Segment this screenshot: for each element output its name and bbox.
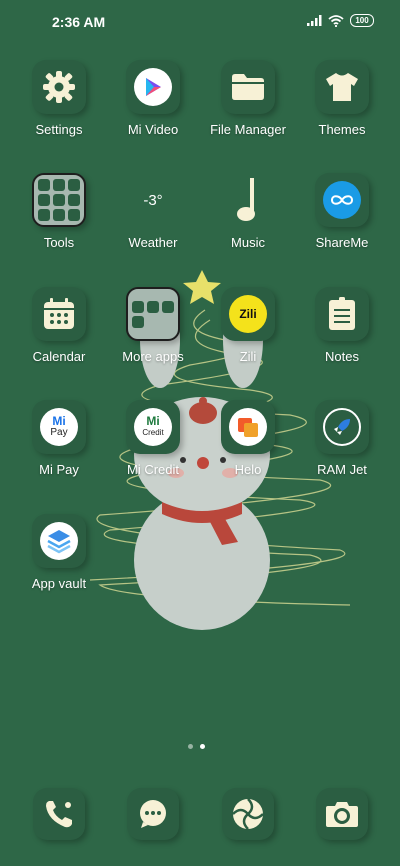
- app-music[interactable]: Music: [200, 173, 296, 250]
- file-manager-tile[interactable]: [221, 60, 275, 114]
- app-label: Themes: [318, 122, 366, 137]
- app-ram-jet[interactable]: RAM Jet: [294, 400, 390, 477]
- signal-icon: [307, 15, 322, 26]
- status-time: 2:36 AM: [52, 14, 106, 30]
- app-label: Weather: [128, 235, 178, 250]
- app-label: Tools: [43, 235, 75, 250]
- app-label: Helo: [234, 462, 262, 477]
- zili-tile[interactable]: Zili: [221, 287, 275, 341]
- play-icon: [134, 68, 172, 106]
- app-label: Mi Pay: [39, 462, 79, 477]
- tools-folder-icon[interactable]: [32, 173, 86, 227]
- messages-tile[interactable]: [127, 788, 179, 840]
- app-label: File Manager: [210, 122, 286, 137]
- messages-icon: [140, 800, 166, 828]
- battery-indicator: 100: [350, 14, 374, 27]
- app-vault-icon: [40, 522, 78, 560]
- app-mi-video[interactable]: Mi Video: [105, 60, 201, 137]
- browser-icon: [232, 798, 264, 830]
- folder-icon: [232, 74, 264, 100]
- ram-jet-tile[interactable]: [315, 400, 369, 454]
- app-weather[interactable]: -3° Weather: [105, 173, 201, 251]
- mi-video-tile[interactable]: [126, 60, 180, 114]
- app-calendar[interactable]: Calendar: [11, 287, 107, 364]
- app-themes[interactable]: Themes: [294, 60, 390, 137]
- dock-camera[interactable]: [294, 788, 390, 840]
- camera-tile[interactable]: [316, 788, 368, 840]
- app-label: Zili: [239, 349, 257, 364]
- app-label: ShareMe: [315, 235, 369, 250]
- app-label: Music: [231, 235, 265, 250]
- app-label: More apps: [122, 349, 184, 364]
- camera-icon: [326, 802, 358, 827]
- app-vault-tile[interactable]: [32, 514, 86, 568]
- app-label: App vault: [31, 576, 87, 591]
- themes-tile[interactable]: [315, 60, 369, 114]
- page-dot-active[interactable]: [200, 744, 205, 749]
- mi-pay-icon: Mi Pay: [40, 408, 78, 446]
- app-label: Notes: [325, 349, 359, 364]
- app-helo[interactable]: Helo: [200, 400, 296, 477]
- app-label: Mi Video: [127, 122, 179, 137]
- shareme-tile[interactable]: [315, 173, 369, 227]
- infinity-icon: [323, 181, 361, 219]
- settings-tile[interactable]: [32, 60, 86, 114]
- page-indicator[interactable]: [188, 744, 205, 749]
- mi-pay-tile[interactable]: Mi Pay: [32, 400, 86, 454]
- wifi-icon: [328, 14, 344, 27]
- status-bar: 2:36 AM 100: [0, 0, 400, 44]
- music-tile[interactable]: [221, 173, 275, 227]
- app-label: Settings: [35, 122, 83, 137]
- app-label: Calendar: [32, 349, 86, 364]
- weather-temperature: -3°: [143, 191, 163, 209]
- system-icons: 100: [307, 14, 374, 27]
- app-more-apps-folder[interactable]: More apps: [105, 287, 201, 364]
- helo-icon: [229, 408, 267, 446]
- helo-tile[interactable]: [221, 400, 275, 454]
- dock-browser[interactable]: [200, 788, 296, 840]
- dock-phone[interactable]: [11, 788, 107, 840]
- notes-tile[interactable]: [315, 287, 369, 341]
- app-label: Mi Credit: [126, 462, 179, 477]
- app-file-manager[interactable]: File Manager: [200, 60, 296, 137]
- app-label: RAM Jet: [317, 462, 367, 477]
- rocket-icon: [323, 408, 361, 446]
- calendar-tile[interactable]: [32, 287, 86, 341]
- music-note-icon: [237, 178, 255, 221]
- gear-icon: [43, 71, 75, 103]
- mi-credit-logo-text: Credit: [142, 428, 164, 437]
- folder-icon[interactable]: [126, 287, 180, 341]
- tshirt-icon: [326, 73, 358, 101]
- app-notes[interactable]: Notes: [294, 287, 390, 364]
- weather-tile[interactable]: -3°: [126, 173, 180, 227]
- calendar-icon: [44, 298, 74, 329]
- notes-icon: [329, 297, 355, 330]
- app-tools-folder[interactable]: Tools: [11, 173, 107, 250]
- phone-tile[interactable]: [33, 788, 85, 840]
- zili-icon: Zili: [229, 295, 267, 333]
- app-mi-pay[interactable]: Mi Pay Mi Pay: [11, 400, 107, 477]
- mi-pay-logo-text: Pay: [50, 427, 68, 438]
- phone-icon: [46, 801, 72, 828]
- mi-credit-tile[interactable]: Mi Credit: [126, 400, 180, 454]
- browser-tile[interactable]: [222, 788, 274, 840]
- app-app-vault[interactable]: App vault: [11, 514, 107, 591]
- mi-credit-icon: Mi Credit: [134, 408, 172, 446]
- dock-messages[interactable]: [105, 788, 201, 840]
- page-dot[interactable]: [188, 744, 193, 749]
- zili-logo-text: Zili: [239, 307, 257, 321]
- app-zili[interactable]: Zili Zili: [200, 287, 296, 364]
- app-settings[interactable]: Settings: [11, 60, 107, 137]
- app-mi-credit[interactable]: Mi Credit Mi Credit: [105, 400, 201, 477]
- app-shareme[interactable]: ShareMe: [294, 173, 390, 250]
